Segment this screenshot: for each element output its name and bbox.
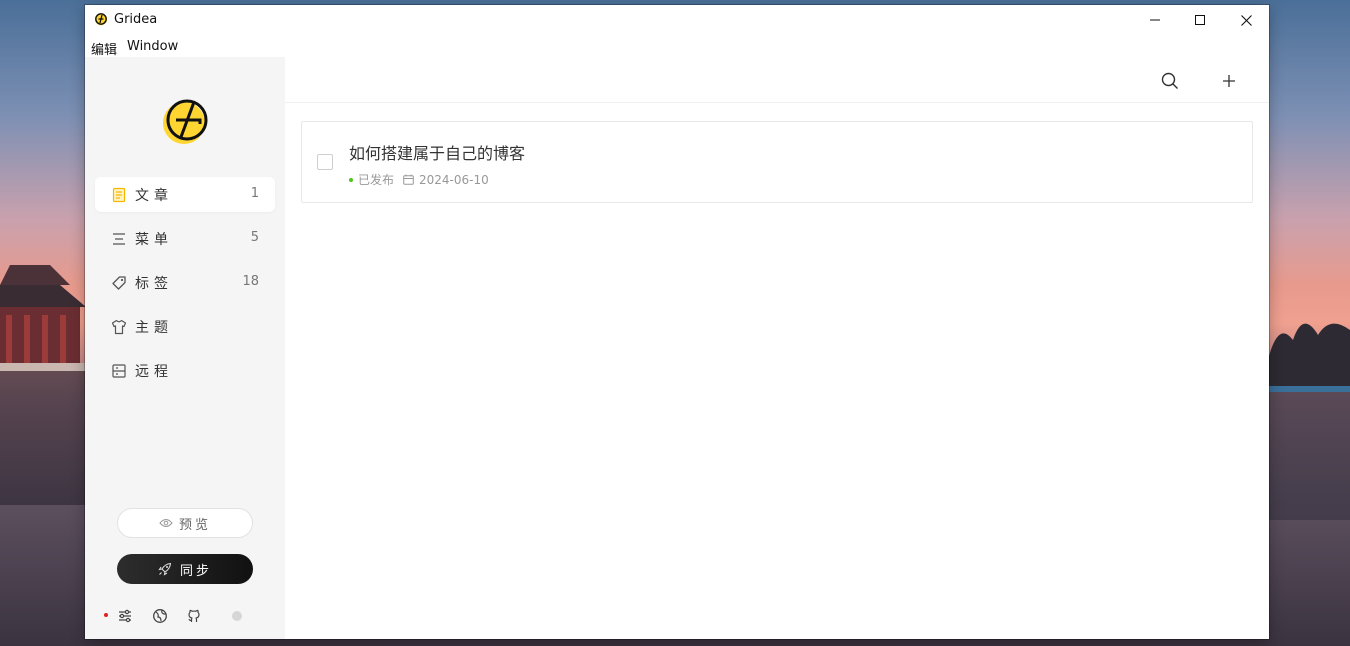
globe-icon[interactable]: [152, 608, 168, 624]
sidebar-item-label: 主题: [135, 320, 173, 336]
sidebar-item-label: 远程: [135, 364, 173, 380]
maximize-button[interactable]: [1177, 5, 1223, 35]
preview-button[interactable]: 预览: [117, 508, 253, 538]
menu-bar: 编辑 Window: [85, 35, 1269, 58]
post-date: 2024-06-10: [419, 172, 489, 187]
app-window: Gridea 编辑 Window 文章 1 菜单 5 标签 18 主题 远程 预…: [85, 5, 1269, 639]
rocket-icon: [158, 562, 172, 576]
minimize-icon: [1150, 19, 1160, 21]
tag-icon: [112, 276, 126, 290]
notification-dot: [104, 613, 108, 617]
sidebar-item-tags[interactable]: 标签 18: [95, 265, 275, 300]
shirt-icon: [111, 319, 127, 335]
close-icon: [1240, 14, 1252, 26]
maximize-icon: [1195, 15, 1205, 25]
main-toolbar: [285, 57, 1269, 103]
settings-sliders-icon[interactable]: [117, 608, 133, 624]
sidebar-item-theme[interactable]: 主题: [95, 309, 275, 344]
calendar-icon: [403, 174, 414, 185]
desktop-pagoda-illustration: [0, 265, 86, 505]
status-indicator: [232, 611, 242, 621]
sidebar-item-label: 文章: [135, 188, 173, 204]
sidebar-item-menu[interactable]: 菜单 5: [95, 221, 275, 256]
window-title: Gridea: [114, 12, 158, 27]
post-meta: 已发布 2024-06-10: [349, 171, 489, 188]
post-status: 已发布: [358, 173, 395, 187]
sync-button[interactable]: 同步: [117, 554, 253, 584]
article-icon: [112, 187, 126, 203]
gridea-app-icon: [95, 13, 107, 26]
minimize-button[interactable]: [1132, 5, 1178, 35]
sidebar-item-count: 5: [250, 230, 259, 245]
sync-label: 同步: [179, 563, 212, 579]
post-title[interactable]: 如何搭建属于自己的博客: [349, 140, 525, 164]
search-icon[interactable]: [1160, 71, 1180, 91]
server-icon: [112, 364, 126, 378]
close-button[interactable]: [1223, 5, 1269, 35]
desktop-trees-illustration: [1268, 323, 1350, 520]
sidebar-item-remote[interactable]: 远程: [95, 353, 275, 388]
menu-edit[interactable]: 编辑: [91, 39, 117, 58]
post-checkbox[interactable]: [317, 154, 333, 170]
sidebar-item-count: 1: [250, 186, 259, 201]
title-bar[interactable]: Gridea: [85, 5, 1269, 35]
gridea-logo-icon: [163, 99, 208, 144]
github-icon[interactable]: [186, 608, 202, 624]
sidebar-item-label: 标签: [135, 276, 173, 292]
sidebar-item-label: 菜单: [135, 232, 173, 248]
sidebar: 文章 1 菜单 5 标签 18 主题 远程 预览 同步: [85, 57, 285, 639]
eye-icon: [159, 519, 173, 527]
main-content: 如何搭建属于自己的博客 已发布 2024-06-10: [285, 57, 1269, 639]
menu-window[interactable]: Window: [127, 39, 178, 54]
published-status-dot: [349, 177, 353, 182]
preview-label: 预览: [178, 517, 211, 533]
menu-list-icon: [113, 233, 125, 245]
sidebar-item-articles[interactable]: 文章 1: [95, 177, 275, 212]
sidebar-item-count: 18: [242, 274, 259, 289]
post-list-item[interactable]: 如何搭建属于自己的博客 已发布 2024-06-10: [301, 121, 1253, 203]
plus-icon[interactable]: [1219, 71, 1239, 91]
